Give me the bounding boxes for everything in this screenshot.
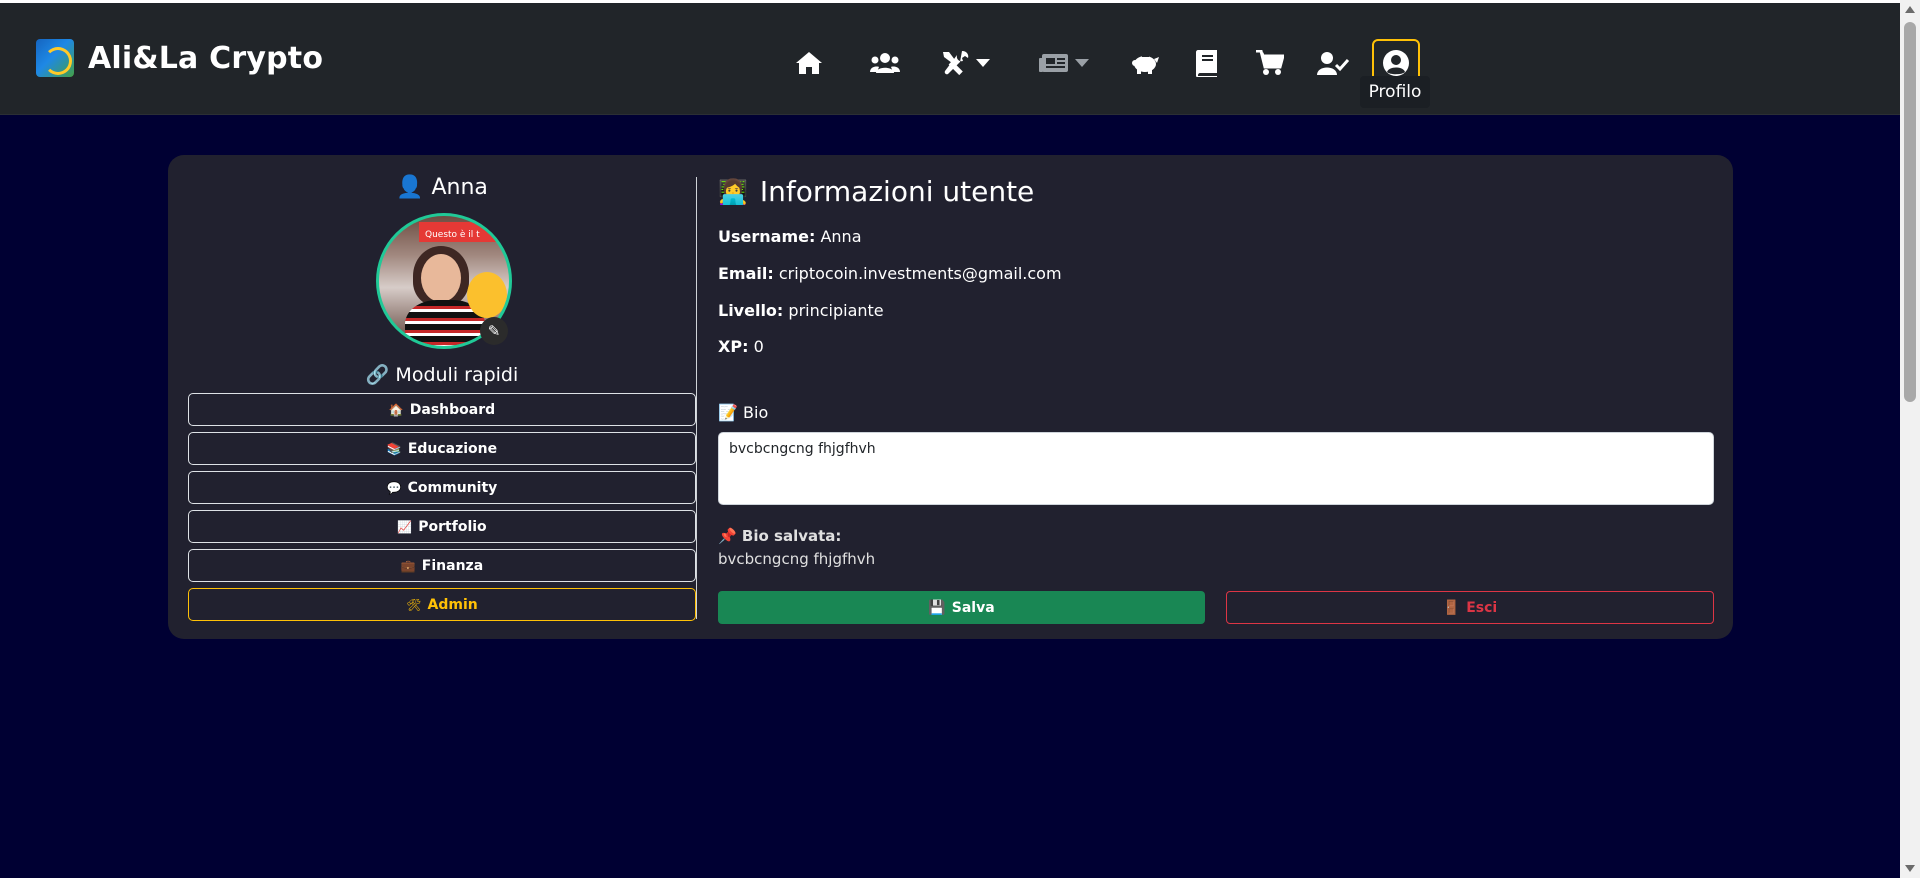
email-field: Email: criptocoin.investments@gmail.com	[718, 264, 1062, 283]
saved-bio-label: 📌 Bio salvata:	[718, 527, 841, 545]
memo-icon: 📝	[718, 403, 738, 422]
username-field: Username: Anna	[718, 227, 862, 246]
saved-bio-value: bvcbcngcng fhjgfhvh	[718, 550, 876, 568]
level-field: Livello: principiante	[718, 301, 884, 320]
chart-up-icon: 📈	[397, 519, 413, 534]
logout-button[interactable]: 🚪 Esci	[1226, 591, 1714, 624]
floppy-disk-icon: 💾	[928, 599, 946, 616]
quick-link-admin[interactable]: 🛠 Admin	[188, 588, 696, 621]
avatar-banner: Questo è il t	[419, 222, 509, 242]
saved-bio-label-text: Bio salvata:	[741, 527, 842, 545]
quick-link-dashboard[interactable]: 🏠 Dashboard	[188, 393, 696, 426]
level-label: Livello:	[718, 301, 784, 320]
quick-links-title-text: Moduli rapidi	[395, 364, 519, 386]
piggy-bank-icon	[1132, 55, 1159, 74]
nav-shop[interactable]	[1253, 39, 1287, 87]
quick-link-finanza[interactable]: 💼 Finanza	[188, 549, 696, 582]
avatar-banner-text: Questo è il t	[425, 230, 480, 240]
nav-user-verify[interactable]	[1316, 39, 1350, 87]
email-value: criptocoin.investments@gmail.com	[778, 264, 1062, 283]
profile-tooltip: Profilo	[1360, 76, 1430, 108]
scroll-up-icon[interactable]	[1905, 6, 1915, 13]
profile-name: 👤 Anna	[188, 175, 696, 200]
scroll-down-icon[interactable]	[1905, 865, 1915, 872]
quick-links-title: 🔗 Moduli rapidi	[188, 363, 696, 386]
news-icon	[1039, 54, 1068, 72]
home-icon	[796, 52, 822, 74]
user-icon: 👤	[396, 175, 424, 200]
quick-link-label: Portfolio	[418, 518, 487, 535]
cart-icon	[1256, 50, 1284, 75]
profile-sidebar: 👤 Anna Questo è il t ✎ 🔗 Moduli rapidi 🏠 …	[188, 175, 696, 621]
books-icon: 📚	[386, 441, 402, 456]
pencil-icon: ✎	[487, 322, 501, 340]
email-label: Email:	[718, 264, 774, 283]
tools-icon	[943, 51, 969, 76]
level-value: principiante	[788, 301, 884, 320]
technologist-icon: 👩‍💻	[718, 177, 748, 206]
chevron-down-icon	[1075, 59, 1089, 67]
avatar-wrapper[interactable]: Questo è il t ✎	[376, 213, 512, 349]
xp-label: XP:	[718, 337, 749, 356]
quick-links-list: 🏠 Dashboard 📚 Educazione 💬 Community 📈 P…	[188, 393, 696, 627]
quick-link-label: Finanza	[421, 557, 484, 574]
bio-textarea[interactable]: bvcbcngcng fhjgfhvh	[718, 432, 1714, 505]
top-navbar: Ali&La Crypto	[0, 3, 1900, 115]
house-icon: 🏠	[388, 402, 404, 417]
user-circle-icon	[1383, 50, 1409, 76]
bio-label: 📝 Bio	[718, 403, 768, 422]
door-icon: 🚪	[1442, 599, 1461, 616]
briefcase-icon: 💼	[400, 558, 416, 573]
nav-home[interactable]	[792, 39, 826, 87]
speech-bubble-icon: 💬	[386, 480, 402, 495]
brand-name: Ali&La Crypto	[88, 40, 324, 76]
quick-link-label: Admin	[427, 596, 478, 613]
tools-icon: 🛠	[406, 597, 422, 612]
nav-savings[interactable]	[1128, 39, 1162, 87]
save-button[interactable]: 💾 Salva	[718, 591, 1205, 624]
user-check-icon	[1317, 52, 1349, 75]
save-button-label: Salva	[951, 599, 995, 616]
xp-value: 0	[753, 337, 764, 356]
page-scrollbar[interactable]	[1900, 0, 1920, 878]
profile-name-text: Anna	[431, 175, 488, 200]
bio-label-text: Bio	[743, 403, 769, 422]
scrollbar-thumb[interactable]	[1904, 22, 1916, 402]
profile-card: 👤 Anna Questo è il t ✎ 🔗 Moduli rapidi 🏠 …	[168, 155, 1733, 639]
edit-avatar-button[interactable]: ✎	[480, 317, 508, 345]
quick-link-label: Dashboard	[409, 401, 496, 418]
column-divider	[696, 177, 697, 619]
users-icon	[870, 53, 900, 73]
chevron-down-icon	[976, 59, 990, 67]
quick-link-portfolio[interactable]: 📈 Portfolio	[188, 510, 696, 543]
brand[interactable]: Ali&La Crypto	[36, 39, 323, 77]
nav-education[interactable]	[1190, 39, 1224, 87]
nav-tools-dropdown[interactable]	[937, 39, 993, 87]
user-info-title-text: Informazioni utente	[759, 175, 1035, 208]
quick-link-community[interactable]: 💬 Community	[188, 471, 696, 504]
username-label: Username:	[718, 227, 816, 246]
nav-news-dropdown[interactable]	[1036, 39, 1092, 87]
quick-link-label: Educazione	[407, 440, 498, 457]
avatar-coin	[467, 272, 507, 318]
quick-link-label: Community	[407, 479, 498, 496]
user-info-panel: 👩‍💻 Informazioni utente Username: Anna E…	[718, 175, 1714, 624]
globe-logo-icon	[36, 39, 74, 77]
logout-button-label: Esci	[1466, 599, 1498, 616]
username-value: Anna	[820, 227, 862, 246]
book-icon	[1196, 50, 1217, 77]
link-icon: 🔗	[365, 364, 390, 386]
user-info-title: 👩‍💻 Informazioni utente	[718, 175, 1714, 208]
pushpin-icon: 📌	[718, 527, 737, 545]
avatar-face	[421, 254, 461, 302]
nav-community[interactable]	[868, 39, 902, 87]
quick-link-educazione[interactable]: 📚 Educazione	[188, 432, 696, 465]
xp-field: XP: 0	[718, 337, 764, 356]
